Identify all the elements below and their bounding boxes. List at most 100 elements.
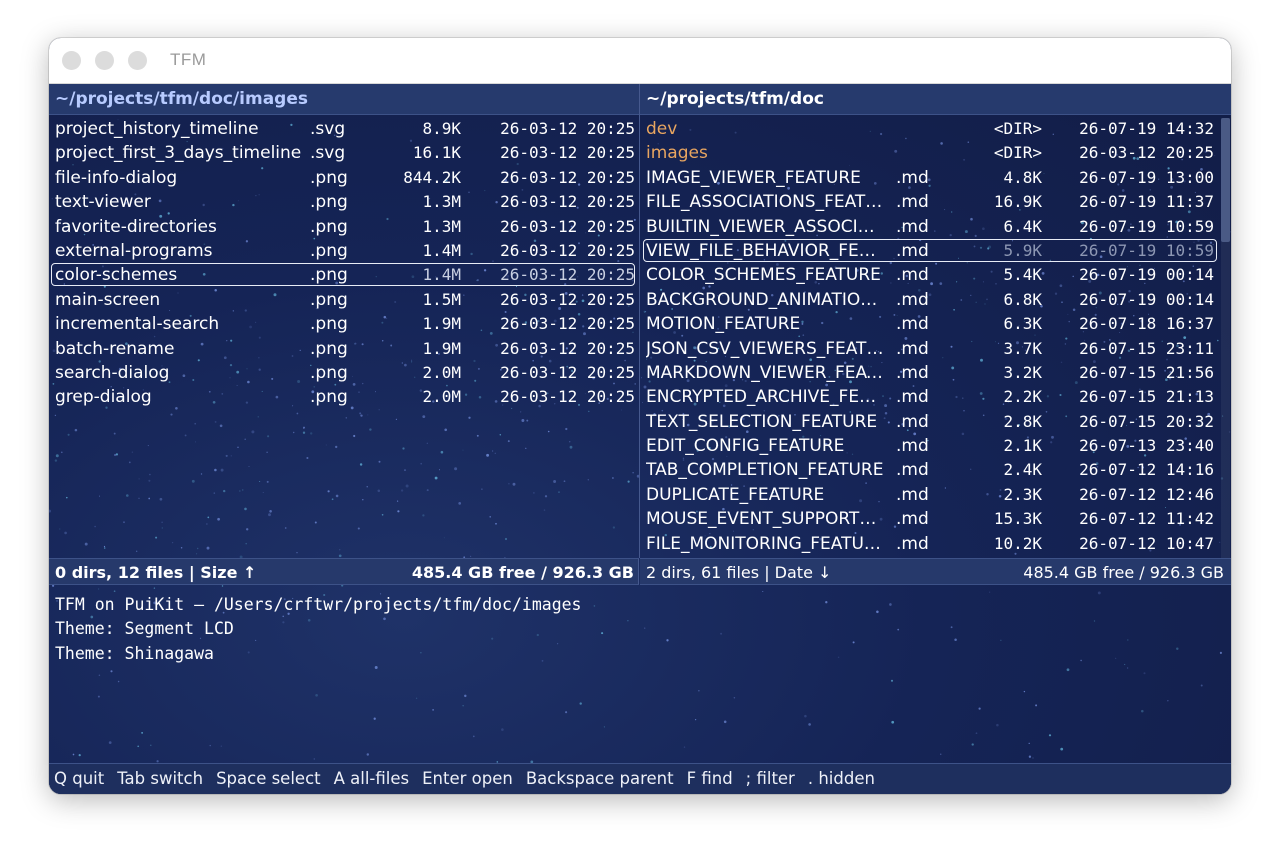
file-row[interactable]: main-screen .png 1.5M 26-03-12 20:25 bbox=[49, 288, 639, 312]
star-dot bbox=[360, 414, 363, 417]
shortcut-hint[interactable]: A all-files bbox=[334, 764, 410, 793]
star-dot bbox=[458, 502, 462, 505]
file-extension: .png bbox=[310, 216, 348, 237]
file-row[interactable]: color-schemes .png 1.4M 26-03-12 20:25 bbox=[49, 263, 639, 287]
star-dot bbox=[171, 541, 174, 544]
star-dot bbox=[103, 547, 106, 549]
star-dot bbox=[611, 477, 614, 479]
file-row[interactable]: external-programs .png 1.4M 26-03-12 20:25 bbox=[49, 239, 639, 263]
shortcut-hint[interactable]: Q quit bbox=[54, 764, 104, 793]
file-date: 26-07-15 20:32 bbox=[1079, 411, 1214, 431]
star-dot bbox=[462, 449, 464, 451]
file-row[interactable]: ENCRYPTED_ARCHIVE_FEAT… .md 2.2K 26-07-15 2… bbox=[640, 385, 1220, 409]
right-pane-path[interactable]: ~/projects/tfm/doc bbox=[640, 84, 1231, 115]
star-dot bbox=[141, 731, 144, 734]
file-row[interactable]: BUILTIN_VIEWER_ASSOCIA… .md 6.4K 26-07-19 1… bbox=[640, 215, 1220, 239]
file-name: DUPLICATE_FEATURE bbox=[646, 484, 825, 505]
star-dot bbox=[1115, 657, 1117, 660]
file-row[interactable]: images <DIR> 26-03-12 20:25 bbox=[640, 141, 1220, 165]
file-row[interactable]: FILE_MONITORING_FEATURE .md 10.2K 26-07-12 … bbox=[640, 532, 1220, 556]
star-dot bbox=[315, 693, 318, 697]
shortcut-hint[interactable]: Space select bbox=[216, 764, 321, 793]
file-row[interactable]: MOUSE_EVENT_SUPPORT_F… .md 15.3K 26-07-12 1… bbox=[640, 507, 1220, 531]
zoom-window-button[interactable] bbox=[128, 51, 147, 70]
file-row[interactable]: dev <DIR> 26-07-19 14:32 bbox=[640, 117, 1220, 141]
file-row[interactable]: VIEW_FILE_BEHAVIOR_FEAT… .md 5.9K 26-07-19 … bbox=[640, 238, 1220, 263]
file-row[interactable]: FILE_ASSOCIATIONS_FEATU… .md 16.9K 26-07-19… bbox=[640, 190, 1220, 214]
star-dot bbox=[150, 744, 152, 747]
shortcut-hint[interactable]: ; filter bbox=[746, 764, 795, 793]
right-file-list[interactable]: dev <DIR> 26-07-19 14:32 images <DIR> 26-03-1… bbox=[640, 117, 1220, 556]
file-size: 1.3M bbox=[422, 192, 461, 212]
file-row[interactable]: BACKGROUND_ANIMATION… .md 6.8K 26-07-19 00:… bbox=[640, 288, 1220, 312]
file-extension: .svg bbox=[310, 119, 346, 139]
star-dot bbox=[64, 531, 67, 535]
left-file-list[interactable]: project_history_timeline .svg 8.9K 26-03-12… bbox=[49, 117, 639, 410]
file-size: 1.4M bbox=[422, 240, 461, 260]
star-dot bbox=[257, 416, 259, 418]
close-window-button[interactable] bbox=[62, 51, 81, 70]
file-row[interactable]: file-info-dialog .png 844.2K 26-03-12 20:25 bbox=[49, 166, 639, 190]
file-row[interactable]: IMAGE_VIEWER_FEATURE .md 4.8K 26-07-19 13:0… bbox=[640, 166, 1220, 190]
star-dot bbox=[159, 497, 163, 501]
star-dot bbox=[161, 527, 163, 529]
star-dot bbox=[72, 753, 75, 756]
right-scrollbar-thumb[interactable] bbox=[1221, 118, 1230, 242]
file-row[interactable]: COLOR_SCHEMES_FEATURE .md 5.4K 26-07-19 00:… bbox=[640, 263, 1220, 287]
star-dot bbox=[103, 545, 106, 548]
file-row[interactable]: favorite-directories .png 1.3M 26-03-12 20:… bbox=[49, 215, 639, 239]
star-dot bbox=[214, 468, 217, 472]
shortcut-hint[interactable]: Backspace parent bbox=[526, 764, 674, 793]
file-row[interactable]: project_history_timeline .svg 8.9K 26-03-12… bbox=[49, 117, 639, 141]
file-date: 26-03-12 20:25 bbox=[500, 192, 635, 212]
left-pane-path[interactable]: ~/projects/tfm/doc/images bbox=[49, 84, 639, 115]
star-dot bbox=[422, 415, 426, 419]
file-row[interactable]: project_first_3_days_timeline .svg 16.1K 26… bbox=[49, 141, 639, 165]
file-row[interactable]: TAB_COMPLETION_FEATURE .md 2.4K 26-07-12 14… bbox=[640, 458, 1220, 482]
star-dot bbox=[78, 753, 81, 757]
star-dot bbox=[1124, 663, 1126, 666]
star-dot bbox=[245, 542, 247, 545]
left-path-label: ~/projects/tfm/doc/images bbox=[55, 89, 308, 109]
log-line: TFM on PuiKit — /Users/crftwr/projects/t… bbox=[55, 595, 582, 614]
star-dot bbox=[644, 627, 646, 629]
star-dot bbox=[244, 438, 246, 440]
file-row[interactable]: text-viewer .png 1.3M 26-03-12 20:25 bbox=[49, 190, 639, 214]
file-date: 26-07-19 10:59 bbox=[1079, 240, 1214, 260]
file-row[interactable]: TEXT_SELECTION_FEATURE .md 2.8K 26-07-15 20… bbox=[640, 410, 1220, 434]
file-name: dev bbox=[646, 119, 678, 139]
file-row[interactable]: MARKDOWN_VIEWER_FEAT… .md 3.2K 26-07-15 21:… bbox=[640, 361, 1220, 385]
shortcut-hint[interactable]: Tab switch bbox=[117, 764, 203, 793]
star-dot bbox=[266, 451, 268, 453]
file-row[interactable]: search-dialog .png 2.0M 26-03-12 20:25 bbox=[49, 361, 639, 385]
star-dot bbox=[1028, 742, 1030, 745]
star-dot bbox=[996, 723, 999, 727]
minimize-window-button[interactable] bbox=[95, 51, 114, 70]
file-row[interactable]: incremental-search .png 1.9M 26-03-12 20:25 bbox=[49, 312, 639, 336]
star-dot bbox=[733, 697, 736, 699]
shortcut-hint[interactable]: F find bbox=[687, 764, 733, 793]
star-dot bbox=[200, 473, 203, 475]
star-dot bbox=[464, 694, 467, 698]
star-dot bbox=[338, 554, 342, 558]
log-line: Theme: Shinagawa bbox=[55, 643, 214, 663]
star-dot bbox=[206, 546, 210, 550]
star-dot bbox=[486, 453, 490, 457]
file-size: 1.9M bbox=[422, 314, 461, 334]
file-row[interactable]: MOTION_FEATURE .md 6.3K 26-07-18 16:37 bbox=[640, 312, 1220, 336]
file-name: file-info-dialog bbox=[55, 167, 178, 188]
file-row[interactable]: grep-dialog .png 2.0M 26-03-12 20:25 bbox=[49, 385, 639, 409]
file-date: 26-03-12 20:25 bbox=[1079, 143, 1214, 163]
shortcut-hint[interactable]: Enter open bbox=[422, 764, 513, 793]
star-dot bbox=[469, 555, 472, 558]
star-dot bbox=[481, 488, 483, 490]
star-dot bbox=[284, 527, 287, 529]
star-dot bbox=[443, 537, 445, 539]
file-row[interactable]: JSON_CSV_VIEWERS_FEATURE .md 3.7K 26-07-15 … bbox=[640, 337, 1220, 361]
file-row[interactable]: EDIT_CONFIG_FEATURE .md 2.1K 26-07-13 23:40 bbox=[640, 434, 1220, 458]
file-row[interactable]: DUPLICATE_FEATURE .md 2.3K 26-07-12 12:46 bbox=[640, 483, 1220, 507]
shortcut-hint[interactable]: . hidden bbox=[808, 764, 875, 793]
star-dot bbox=[123, 521, 125, 524]
file-row[interactable]: batch-rename .png 1.9M 26-03-12 20:25 bbox=[49, 337, 639, 361]
star-dot bbox=[98, 674, 101, 676]
